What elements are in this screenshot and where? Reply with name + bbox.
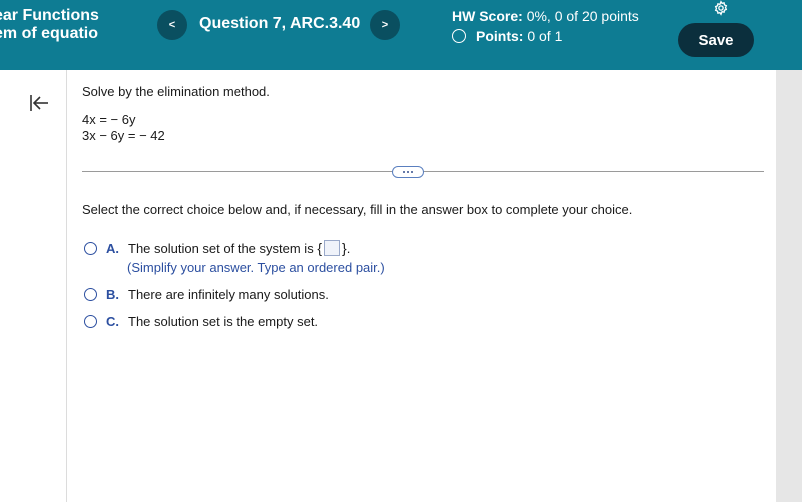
assignment-title-line2: em of equatio xyxy=(0,25,99,42)
answer-input-box[interactable] xyxy=(324,240,341,256)
hw-score: HW Score: 0%, 0 of 20 points xyxy=(452,7,639,25)
dot-icon xyxy=(411,171,413,173)
left-panel-divider xyxy=(66,70,67,502)
collapse-left-icon[interactable] xyxy=(29,94,49,112)
choice-c[interactable]: C. The solution set is the empty set. xyxy=(84,314,318,329)
problem-instruction: Solve by the elimination method. xyxy=(82,84,270,99)
right-scroll-strip xyxy=(776,70,802,502)
radio-button-c[interactable] xyxy=(84,315,97,328)
answer-prompt: Select the correct choice below and, if … xyxy=(82,202,633,217)
header-bar: ear Functions em of equatio < Question 7… xyxy=(0,0,802,70)
points: Points: 0 of 1 xyxy=(452,28,639,44)
hw-score-label: HW Score: xyxy=(452,8,523,24)
previous-question-button[interactable]: < xyxy=(157,10,187,40)
chevron-left-icon: < xyxy=(168,19,176,31)
chevron-right-icon: > xyxy=(381,19,389,31)
save-button[interactable]: Save xyxy=(678,23,754,57)
choice-b[interactable]: B. There are infinitely many solutions. xyxy=(84,287,329,302)
choice-letter-c: C. xyxy=(106,314,119,329)
next-question-button[interactable]: > xyxy=(370,10,400,40)
question-label: Question 7, ARC.3.40 xyxy=(199,15,361,32)
brace-open: { xyxy=(317,240,323,256)
assignment-title-line1: ear Functions xyxy=(0,7,99,24)
points-status-icon xyxy=(452,29,466,43)
score-block: HW Score: 0%, 0 of 20 points Points: 0 o… xyxy=(452,7,639,44)
choice-letter-a: A. xyxy=(106,240,119,256)
choice-text-a: The solution set of the system is xyxy=(128,240,314,256)
dot-icon xyxy=(403,171,405,173)
choice-a-hint: (Simplify your answer. Type an ordered p… xyxy=(127,260,385,275)
assignment-title: ear Functions em of equatio xyxy=(0,7,150,43)
points-label: Points: xyxy=(476,28,524,44)
choice-text-c: The solution set is the empty set. xyxy=(128,314,319,329)
brace-close: } xyxy=(342,240,347,256)
radio-button-a[interactable] xyxy=(84,241,97,255)
equation-1: 4x = − 6y xyxy=(82,112,136,127)
gear-icon[interactable] xyxy=(713,0,729,16)
equation-2: 3x − 6y = − 42 xyxy=(82,128,165,143)
expand-more-button[interactable] xyxy=(392,166,424,178)
dot-icon xyxy=(407,171,409,173)
choice-text-b: There are infinitely many solutions. xyxy=(128,287,329,302)
radio-button-b[interactable] xyxy=(84,288,97,301)
hw-score-value: 0%, 0 of 20 points xyxy=(526,8,639,24)
choice-a[interactable]: A. The solution set of the system is {}. xyxy=(84,240,350,256)
choice-letter-b: B. xyxy=(106,287,119,302)
points-value: 0 of 1 xyxy=(527,28,563,44)
